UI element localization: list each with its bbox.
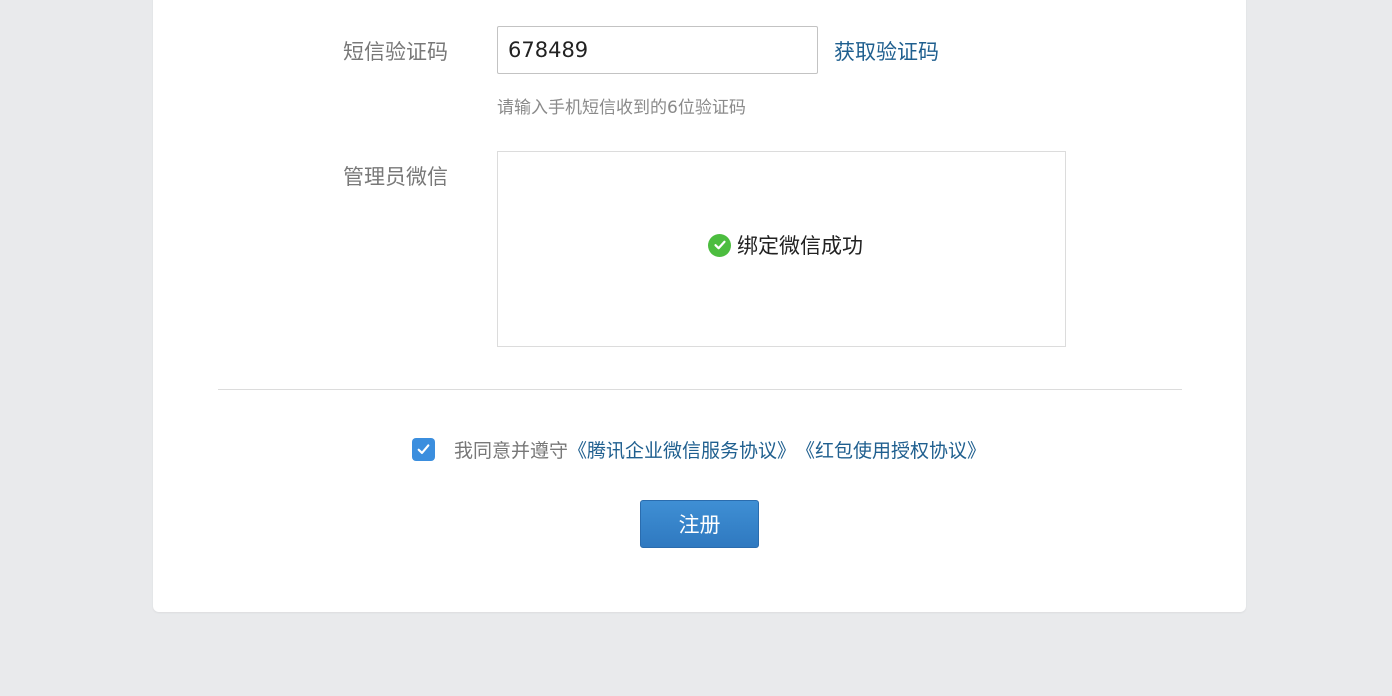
- agreement-row: 我同意并遵守 《腾讯企业微信服务协议》 《红包使用授权协议》: [412, 436, 986, 463]
- bind-status-text: 绑定微信成功: [737, 234, 863, 258]
- redpacket-agreement-link[interactable]: 《红包使用授权协议》: [796, 436, 986, 463]
- wechat-bind-panel: 绑定微信成功: [497, 151, 1066, 347]
- sms-code-label: 短信验证码: [343, 40, 448, 64]
- check-circle-icon: [708, 233, 731, 257]
- register-button[interactable]: 注册: [640, 500, 759, 548]
- agree-prefix: 我同意并遵守: [454, 440, 569, 462]
- admin-wechat-label: 管理员微信: [343, 165, 448, 189]
- sms-code-input[interactable]: [497, 26, 818, 74]
- bind-status: 绑定微信成功: [708, 230, 863, 260]
- service-agreement-link[interactable]: 《腾讯企业微信服务协议》: [568, 436, 796, 463]
- get-code-link[interactable]: 获取验证码: [834, 36, 939, 66]
- sms-code-hint: 请输入手机短信收到的6位验证码: [497, 98, 746, 118]
- divider: [218, 389, 1182, 390]
- registration-card: 短信验证码 获取验证码 请输入手机短信收到的6位验证码 管理员微信 绑定微信成功…: [153, 0, 1246, 612]
- agree-checkbox[interactable]: [412, 438, 435, 461]
- checkmark-icon: [417, 444, 430, 454]
